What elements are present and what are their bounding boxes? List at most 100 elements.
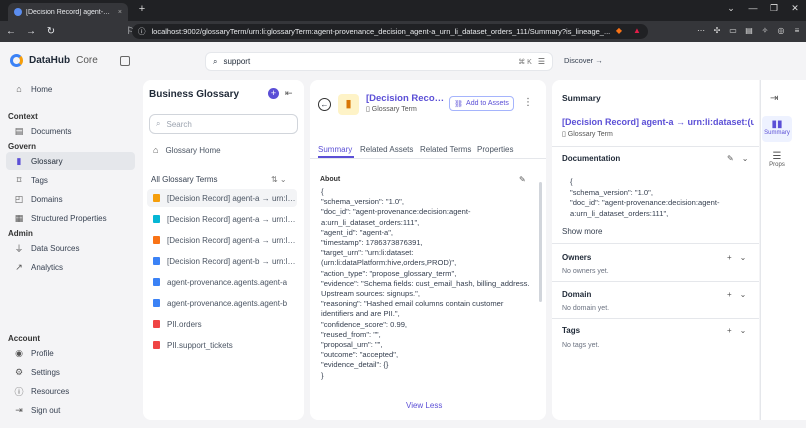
nav-data-sources[interactable]: ⏚ Data Sources [6,239,135,257]
glossary-search-placeholder: Search [166,119,192,129]
add-to-assets-button[interactable]: ⛓ Add to Assets [449,96,514,111]
domain-header: Domain [562,290,592,299]
nav-settings-label: Settings [31,367,60,377]
filter-icon[interactable]: ☰ [538,57,545,66]
glossary-term-item[interactable]: [Decision Record] agent-a → urn:li:datas… [147,210,297,228]
nav-documents[interactable]: ▤ Documents [6,122,135,140]
more-options-icon[interactable]: ⋮ [523,97,533,108]
brave-shield-icon[interactable]: ◆ [614,26,624,36]
browser-tab[interactable]: [Decision Record] agent-a → urn:li × [8,3,128,21]
edit-icon[interactable]: ✎ [519,175,526,184]
tab-properties[interactable]: Properties [477,145,513,154]
close-tab-icon[interactable]: × [118,9,122,16]
chevron-down-icon[interactable]: ⌄ [740,253,747,262]
plus-icon[interactable]: + [727,290,732,299]
browser-tab-title: [Decision Record] agent-a → urn:li [26,8,114,16]
new-tab-icon[interactable]: + [136,3,148,17]
sidepanel-icon[interactable]: ▭ [728,26,738,36]
global-search-input[interactable]: ⌕ support ⌘ K ☰ [205,52,553,71]
collapse-sidebar-icon[interactable] [120,56,130,66]
glossary-term-label: PII.orders [167,319,202,329]
glossary-home-link[interactable]: ⌂ Glossary Home [147,141,297,159]
url-text: localhost:9002/glossaryTerm/urn:li:gloss… [151,27,611,36]
entity-type-label: Glossary Term [371,106,417,113]
rail-props-button[interactable]: ☰ Props [764,151,790,168]
glossary-search-input[interactable]: ⌕ Search [149,114,298,134]
glossary-term-item[interactable]: PII.support_tickets [147,336,297,354]
discover-link[interactable]: Discover → [564,56,603,65]
nav-glossary[interactable]: ▮ Glossary [6,152,135,170]
add-term-button[interactable]: + [268,88,279,99]
nav-structured-properties[interactable]: ▦ Structured Properties [6,209,135,227]
glossary-term-item[interactable]: [Decision Record] agent-b → urn:li:datas… [147,252,297,270]
plus-icon[interactable]: + [727,326,732,335]
nav-analytics[interactable]: ↗ Analytics [6,258,135,276]
nav-profile-label: Profile [31,348,54,358]
term-icon [153,341,160,349]
back-icon[interactable]: ← [4,26,18,37]
brave-rewards-icon[interactable]: ▲ [632,26,642,36]
nav-resources[interactable]: ⓘ Resources [6,382,135,400]
extensions-icon[interactable]: ⋯ [696,26,706,36]
glossary-term-label: [Decision Record] agent-a → urn:li:datas… [167,214,297,224]
view-less-button[interactable]: View Less [406,401,442,410]
chevron-down-icon[interactable]: ⌄ [742,154,749,163]
reload-icon[interactable]: ↻ [44,26,58,37]
nav-settings[interactable]: ⚙ Settings [6,363,135,381]
puzzle-icon[interactable]: ✣ [712,26,722,36]
back-button[interactable]: ← [318,98,331,111]
glossary-term-item[interactable]: agent-provenance.agents.agent-a [147,273,297,291]
glossary-term-label: [Decision Record] agent-a → urn:li:datas… [167,235,297,245]
nav-tags[interactable]: ⌑ Tags [6,171,135,189]
glossary-term-item[interactable]: [Decision Record] agent-a → urn:li:datas… [147,189,297,207]
show-more-button[interactable]: Show more [562,227,602,236]
domain-actions: + ⌄ [727,290,746,299]
minimize-icon[interactable]: — [746,3,760,17]
glossary-term-item[interactable]: [Decision Record] agent-a → urn:li:datas… [147,231,297,249]
leo-icon[interactable]: ✧ [760,26,770,36]
collapse-panel-icon[interactable]: ⇤ [285,88,293,99]
documentation-content: { "schema_version": "1.0", "doc_id": "ag… [570,177,720,218]
chevron-down-icon[interactable]: ⌄ [740,326,747,335]
tab-related-terms[interactable]: Related Terms [420,145,471,154]
rail-summary-button[interactable]: ▮▮ Summary [764,119,790,136]
site-info-icon[interactable]: ⓘ [138,26,146,37]
glossary-term-item[interactable]: PII.orders [147,315,297,333]
nav-domains[interactable]: ◰ Domains [6,190,135,208]
nav-resources-label: Resources [31,386,70,396]
tab-related-assets[interactable]: Related Assets [360,145,413,154]
nav-home[interactable]: ⌂ Home [6,80,135,98]
forward-icon[interactable]: → [24,26,38,37]
brand-edition: Core [76,55,98,66]
vpn-icon[interactable]: ◎ [776,26,786,36]
menu-icon[interactable]: ≡ [792,26,802,36]
sort-icon[interactable]: ⇅ ⌄ [271,175,287,184]
glossary-term-label: [Decision Record] agent-a → urn:li:datas… [167,193,297,203]
url-field[interactable]: ⓘ localhost:9002/glossaryTerm/urn:li:glo… [132,24,648,39]
glossary-term-item[interactable]: agent-provenance.agents.agent-b [147,294,297,312]
document-icon: ▤ [14,125,24,136]
plus-icon[interactable]: + [727,253,732,262]
divider [552,146,759,147]
chevron-down-icon[interactable]: ⌄ [740,290,747,299]
book-open-icon: ▮▮ [771,119,783,130]
profile-icon: ◉ [15,347,23,358]
scrollbar[interactable] [539,182,542,302]
maximize-icon[interactable]: ❐ [767,3,781,17]
glossary-term-label: agent-provenance.agents.agent-a [167,277,288,287]
section-govern: Govern [8,142,37,151]
section-admin: Admin [8,229,33,238]
nav-profile[interactable]: ◉ Profile [6,344,135,362]
close-window-icon[interactable]: ✕ [788,3,802,17]
nav-sign-out[interactable]: ⇥ Sign out [6,401,135,419]
tags-empty: No tags yet. [562,342,600,349]
summary-entity-type: ▯ Glossary Term [562,130,613,138]
tab-summary[interactable]: Summary [318,145,352,154]
edit-icon[interactable]: ✎ [727,154,734,163]
nav-documents-label: Documents [31,126,72,136]
dropdown-icon[interactable]: ⌄ [724,3,738,17]
brand-logo[interactable]: DataHub Core [10,54,98,67]
collapse-summary-icon[interactable]: ⇥ [770,93,778,104]
wallet-icon[interactable]: ▤ [744,26,754,36]
about-content: { "schema_version": "1.0", "doc_id": "ag… [321,187,530,380]
